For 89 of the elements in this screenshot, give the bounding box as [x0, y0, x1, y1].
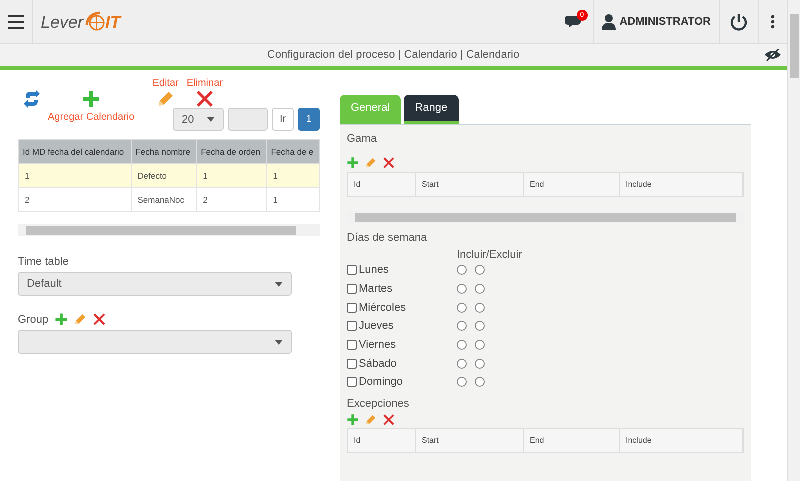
radio-button[interactable] — [475, 358, 485, 369]
day-label: Viernes — [359, 339, 396, 352]
caret-icon — [275, 282, 283, 286]
column-header[interactable]: Id MD fecha del calendario — [18, 140, 132, 164]
user-name[interactable]: ADMINISTRATOR — [620, 16, 711, 28]
table-cell[interactable]: 1 — [196, 164, 267, 188]
checkbox[interactable] — [347, 284, 357, 294]
radio-button[interactable] — [457, 284, 467, 294]
table-cell[interactable]: 1 — [266, 164, 320, 188]
table-cell[interactable]: 2 — [196, 188, 267, 212]
tab[interactable]: Range — [404, 95, 459, 124]
group-label: Group — [18, 314, 49, 326]
column-header[interactable]: Fecha de orden — [196, 140, 267, 164]
plus-icon[interactable] — [82, 90, 100, 108]
time-table-label: Time table — [18, 256, 70, 268]
delete-icon[interactable] — [196, 90, 214, 108]
time-table-select[interactable]: Default — [18, 272, 292, 296]
column-header[interactable]: Start — [416, 173, 524, 196]
page-size-select[interactable]: 20 — [173, 108, 224, 131]
horizontal-scrollbar[interactable] — [18, 224, 320, 236]
plus-icon[interactable] — [347, 157, 359, 169]
page-button[interactable]: 1 — [298, 108, 320, 131]
section-title: Gama — [347, 133, 378, 145]
more-icon[interactable] — [771, 14, 775, 28]
column-header[interactable]: Fecha de e — [266, 140, 320, 164]
delete-icon[interactable] — [383, 414, 395, 426]
day-label: Domingo — [359, 376, 404, 388]
radio-button[interactable] — [457, 377, 467, 388]
radio-button[interactable] — [457, 302, 467, 313]
refresh-icon[interactable] — [24, 90, 40, 108]
hidden-eye-icon[interactable] — [765, 49, 781, 61]
delete-icon[interactable] — [92, 313, 106, 326]
menu-icon[interactable] — [8, 14, 24, 28]
column-header[interactable]: End — [524, 428, 620, 452]
plus-icon[interactable] — [54, 313, 68, 326]
radio-button[interactable] — [475, 340, 485, 350]
table-cell[interactable]: 1 — [266, 188, 320, 212]
column-header[interactable]: End — [524, 173, 620, 196]
include-exclude-header: Incluir/Excluir — [457, 249, 524, 261]
chat-icon[interactable] — [564, 14, 583, 30]
go-button[interactable]: Ir — [272, 108, 294, 131]
radio-button[interactable] — [475, 284, 485, 294]
radio-button[interactable] — [475, 265, 485, 276]
power-icon[interactable] — [730, 12, 748, 30]
column-header[interactable]: Include — [620, 173, 743, 196]
column-header[interactable]: Include — [620, 428, 743, 452]
table-cell[interactable]: 2 — [18, 188, 132, 212]
checkbox[interactable] — [347, 340, 357, 350]
checkbox[interactable] — [347, 321, 357, 332]
table-cell[interactable]: 1 — [18, 164, 132, 188]
column-header[interactable]: Id — [348, 428, 416, 452]
radio-button[interactable] — [457, 340, 467, 350]
pencil-icon[interactable] — [156, 90, 175, 108]
breadcrumb: Configuracion del proceso | Calendario | Calendario — [267, 49, 520, 61]
column-header[interactable]: Fecha nombre — [131, 140, 197, 164]
radio-button[interactable] — [457, 321, 467, 332]
section-title: Días de semana — [347, 232, 428, 244]
checkbox[interactable] — [347, 358, 357, 369]
logo-text: Lever — [41, 12, 84, 32]
delete-icon[interactable] — [383, 157, 395, 169]
logo-text: IT — [106, 12, 121, 32]
day-label: Martes — [359, 283, 393, 296]
checkbox[interactable] — [347, 377, 357, 388]
pencil-icon[interactable] — [365, 157, 377, 169]
globe-icon — [84, 10, 105, 32]
radio-button[interactable] — [475, 302, 485, 313]
checkbox[interactable] — [347, 265, 357, 276]
radio-button[interactable] — [475, 321, 485, 332]
day-label: Jueves — [359, 320, 394, 332]
pencil-icon[interactable] — [365, 414, 377, 426]
day-label: Sábado — [359, 358, 397, 370]
vertical-scrollbar[interactable] — [787, 0, 800, 481]
user-icon — [602, 14, 616, 30]
table-cell[interactable]: SemanaNoc — [131, 188, 197, 212]
column-header[interactable]: Id — [348, 173, 416, 196]
section-title: Excepciones — [347, 398, 410, 410]
radio-button[interactable] — [457, 358, 467, 369]
table-cell[interactable]: Defecto — [131, 164, 197, 188]
day-label: Miércoles — [359, 302, 406, 314]
pencil-icon[interactable] — [74, 313, 87, 326]
page-input[interactable] — [228, 108, 268, 131]
checkbox[interactable] — [347, 302, 357, 313]
caret-icon — [207, 117, 215, 122]
radio-button[interactable] — [457, 265, 467, 276]
day-label: Lunes — [359, 264, 389, 276]
radio-button[interactable] — [475, 377, 485, 388]
plus-icon[interactable] — [347, 414, 359, 426]
caret-icon — [275, 340, 283, 344]
column-header[interactable]: Start — [416, 428, 524, 452]
